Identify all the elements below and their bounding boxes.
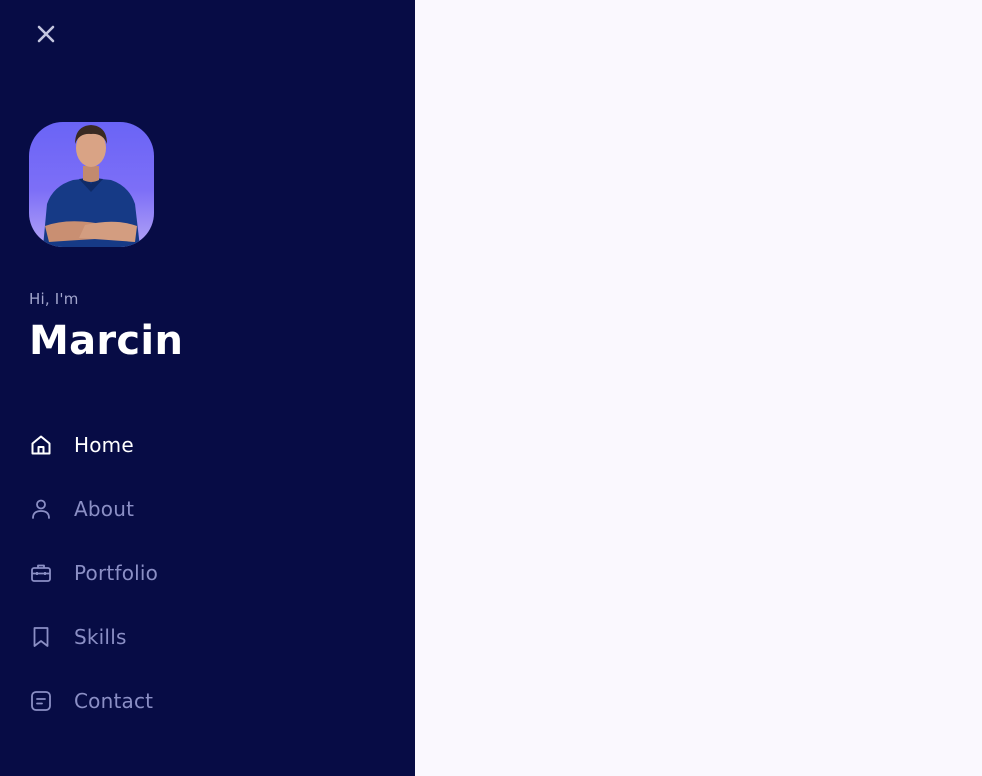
- briefcase-icon: [29, 561, 53, 585]
- nav-item-skills[interactable]: Skills: [29, 605, 389, 669]
- nav-label-about: About: [74, 497, 135, 521]
- profile-photo: [43, 125, 140, 247]
- nav-label-contact: Contact: [74, 689, 154, 713]
- nav-item-about[interactable]: About: [29, 477, 389, 541]
- main-navigation: Home About Portfolio Skills Contact: [29, 413, 389, 733]
- user-icon: [29, 497, 53, 521]
- nav-item-contact[interactable]: Contact: [29, 669, 389, 733]
- nav-item-portfolio[interactable]: Portfolio: [29, 541, 389, 605]
- greeting-text: Hi, I'm: [29, 290, 79, 308]
- home-icon: [29, 433, 53, 457]
- main-content-area: [415, 0, 982, 776]
- message-icon: [29, 689, 53, 713]
- sidebar-menu: Hi, I'm Marcin Home About Portfolio Skil…: [0, 0, 415, 776]
- nav-item-home[interactable]: Home: [29, 413, 389, 477]
- nav-label-skills: Skills: [74, 625, 127, 649]
- close-icon: [37, 25, 55, 43]
- close-button[interactable]: [32, 20, 60, 48]
- bookmark-icon: [29, 625, 53, 649]
- profile-name: Marcin: [29, 318, 184, 364]
- nav-label-portfolio: Portfolio: [74, 561, 159, 585]
- nav-label-home: Home: [74, 433, 134, 457]
- avatar: [29, 122, 154, 247]
